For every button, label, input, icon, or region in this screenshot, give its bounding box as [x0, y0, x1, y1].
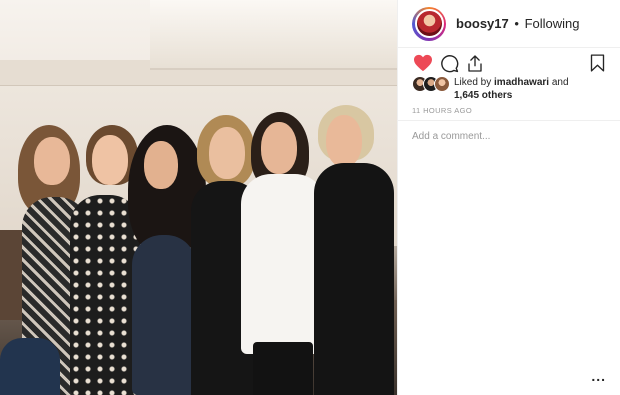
- liker-link[interactable]: imadhawari: [494, 77, 549, 88]
- profile-avatar[interactable]: [412, 6, 446, 41]
- action-bar: [412, 52, 608, 74]
- save-button[interactable]: [586, 52, 608, 74]
- post-header: boosy17 • Following: [398, 0, 620, 48]
- comment-divider: [398, 120, 620, 121]
- comment-button[interactable]: [438, 52, 460, 74]
- likes-count-link[interactable]: 1,645 others: [454, 90, 512, 101]
- avatar-image: [414, 9, 444, 38]
- bookmark-icon: [590, 54, 604, 72]
- comment-input[interactable]: Add a comment...: [412, 131, 490, 142]
- following-button[interactable]: Following: [525, 16, 580, 31]
- post-timestamp[interactable]: 11 HOURS AGO: [412, 106, 472, 115]
- heart-filled-icon: [414, 54, 432, 72]
- username-link[interactable]: boosy17: [456, 16, 509, 31]
- like-button[interactable]: [412, 52, 434, 74]
- header-separator: •: [514, 16, 519, 31]
- instagram-post: boosy17 • Following Liked by imadhawari …: [0, 0, 620, 395]
- photo-chair: [0, 338, 60, 395]
- post-photo[interactable]: [0, 0, 397, 395]
- liker-avatars[interactable]: [412, 76, 450, 92]
- likes-summary: Liked by imadhawari and 1,645 others: [454, 76, 569, 102]
- header-text: boosy17 • Following: [456, 16, 579, 31]
- likes-and: and: [549, 77, 569, 88]
- likes-section: Liked by imadhawari and 1,645 others: [412, 76, 612, 102]
- photo-beam-upper: [150, 0, 397, 70]
- likes-prefix: Liked by: [454, 77, 495, 88]
- comment-icon: [440, 54, 458, 72]
- share-icon: [468, 54, 482, 72]
- liker-avatar: [434, 76, 450, 92]
- more-options-button[interactable]: ...: [591, 368, 606, 384]
- share-button[interactable]: [464, 52, 486, 74]
- post-sidebar: boosy17 • Following Liked by imadhawari …: [397, 0, 620, 395]
